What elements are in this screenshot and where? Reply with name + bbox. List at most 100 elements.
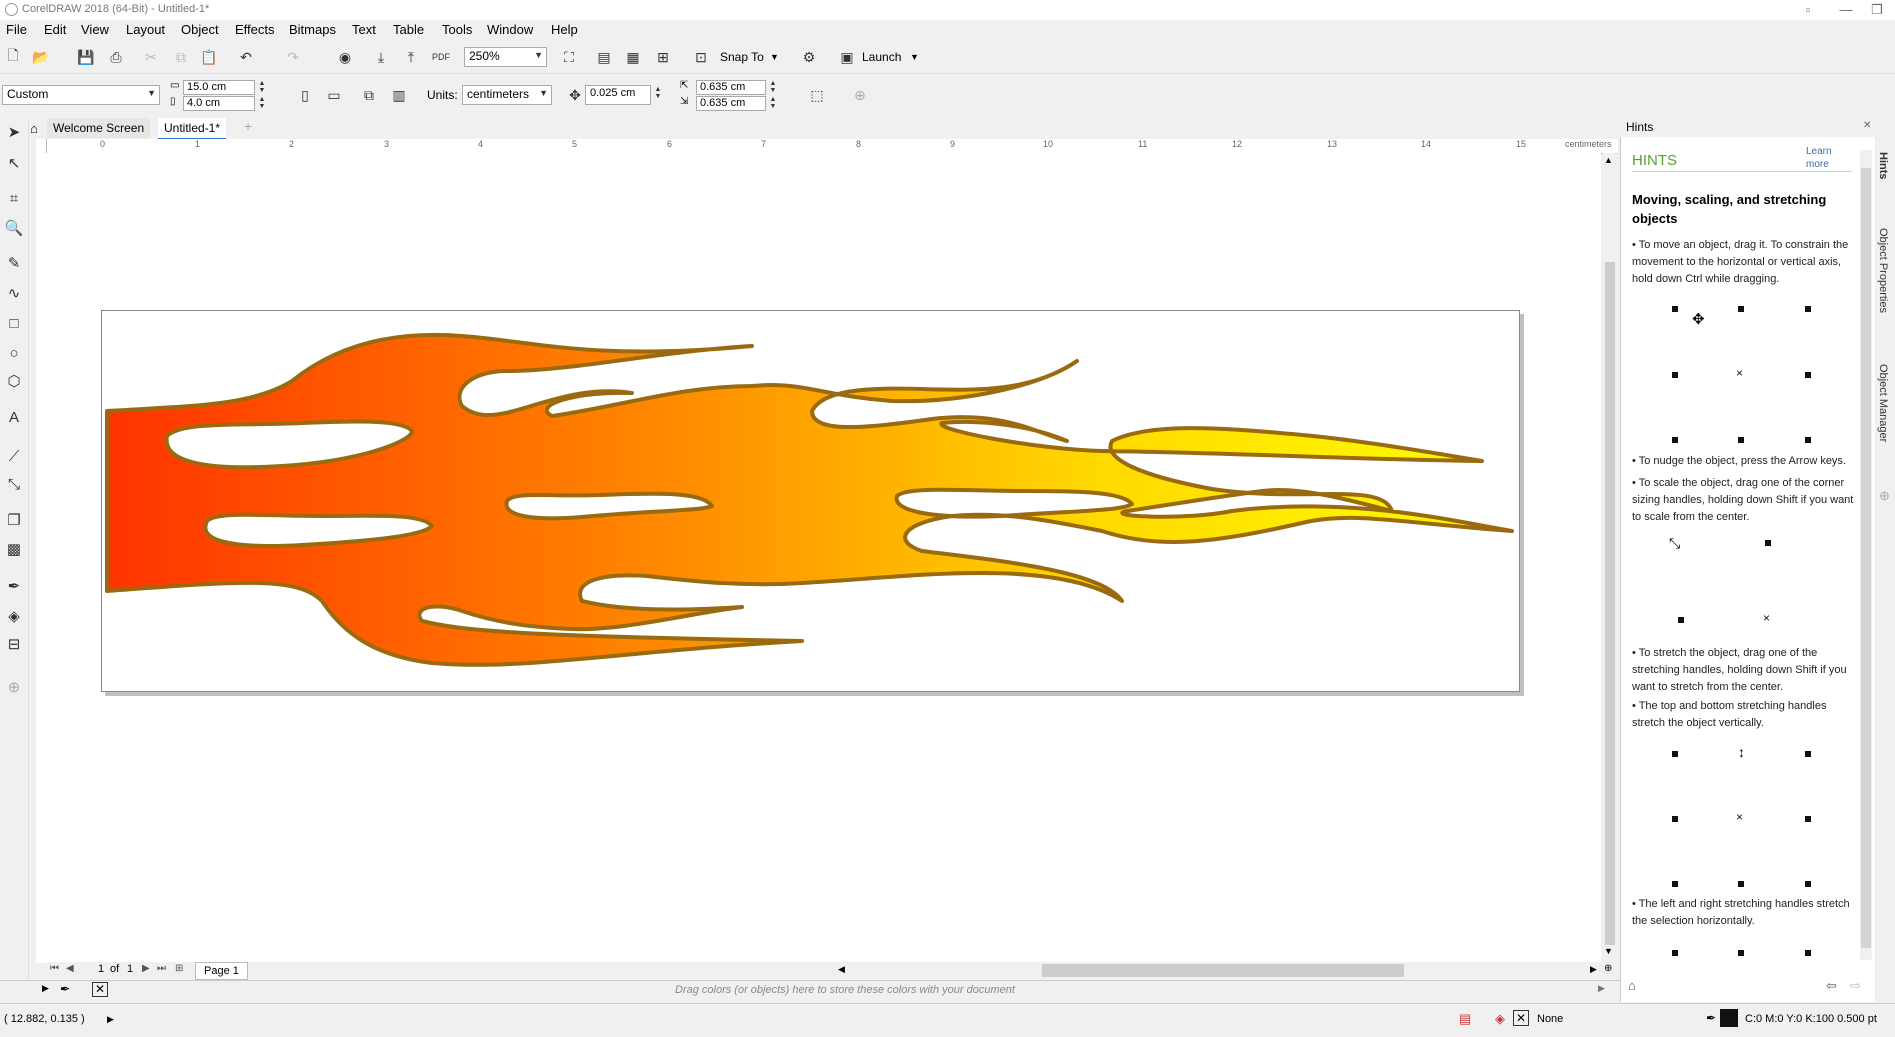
no-color-swatch[interactable]: ✕ <box>92 982 108 997</box>
page-width-field[interactable]: 15.0 cm <box>183 80 255 95</box>
import-icon[interactable]: ⤓ <box>370 46 392 68</box>
paste-icon[interactable]: 📋 <box>198 46 220 68</box>
menu-window[interactable]: Window <box>487 22 533 37</box>
snap-to-dropdown-icon[interactable]: ▼ <box>770 52 779 62</box>
menu-effects[interactable]: Effects <box>235 22 275 37</box>
cut-icon[interactable]: ✂ <box>140 46 162 68</box>
menu-table[interactable]: Table <box>393 22 424 37</box>
hints-back-icon[interactable]: ⇦ <box>1826 978 1837 994</box>
zoom-level-combo[interactable]: 250% ▼ <box>464 47 547 67</box>
tab-welcome-screen[interactable]: Welcome Screen <box>47 118 151 138</box>
text-tool-icon[interactable]: A <box>3 406 25 428</box>
show-grid-icon[interactable]: ▦ <box>622 46 644 68</box>
new-document-icon[interactable]: 🗋 <box>2 46 24 68</box>
copy-icon[interactable]: ⧉ <box>170 46 192 68</box>
palette-menu-icon[interactable]: ▶ <box>42 983 49 994</box>
add-tool-icon[interactable]: ⊕ <box>3 676 25 698</box>
menu-edit[interactable]: Edit <box>44 22 66 37</box>
scroll-left-icon[interactable]: ◀ <box>838 964 845 975</box>
status-expand-icon[interactable]: ▶ <box>107 1014 114 1025</box>
quick-customize-icon[interactable]: ⊕ <box>849 84 871 106</box>
menu-view[interactable]: View <box>81 22 109 37</box>
polygon-tool-icon[interactable]: ⬡ <box>3 370 25 392</box>
flame-shape[interactable] <box>105 332 1514 667</box>
page-width-stepper[interactable]: ▲ ▼ <box>257 80 267 95</box>
last-page-icon[interactable]: ⏭ <box>157 963 166 974</box>
fill-none-swatch[interactable]: ✕ <box>1513 1010 1529 1026</box>
publish-pdf-icon[interactable]: PDF <box>430 46 452 68</box>
show-rulers-icon[interactable]: ▤ <box>593 46 615 68</box>
current-page-icon[interactable]: ▥ <box>388 84 410 106</box>
page-height-field[interactable]: 4.0 cm <box>183 96 255 111</box>
scroll-down-icon[interactable]: ▼ <box>1604 946 1613 956</box>
duplicate-x-field[interactable]: 0.635 cm <box>696 80 766 95</box>
save-icon[interactable]: 💾 <box>75 46 97 68</box>
document-page[interactable] <box>101 310 1520 692</box>
freehand-tool-icon[interactable]: ✎ <box>3 252 25 274</box>
vertical-scroll-thumb[interactable] <box>1605 262 1615 945</box>
snap-to-button[interactable]: Snap To <box>720 50 764 64</box>
duplicate-y-field[interactable]: 0.635 cm <box>696 96 766 111</box>
menu-layout[interactable]: Layout <box>126 22 165 37</box>
scroll-right-icon[interactable]: ▶ <box>1590 964 1597 975</box>
menu-bitmaps[interactable]: Bitmaps <box>289 22 336 37</box>
home-icon[interactable]: ⌂ <box>30 121 38 136</box>
duplicate-y-stepper[interactable]: ▲ ▼ <box>768 96 778 111</box>
drop-shadow-tool-icon[interactable]: ❐ <box>3 509 25 531</box>
learn-more-link[interactable]: Learn more <box>1806 145 1832 171</box>
eyedropper-tool-icon[interactable]: ✒ <box>3 575 25 597</box>
maximize-button[interactable]: ❐ <box>1855 0 1895 20</box>
close-docker-icon[interactable]: ✕ <box>1863 120 1871 131</box>
next-page-icon[interactable]: ▶ <box>142 963 150 974</box>
hints-forward-icon[interactable]: ⇨ <box>1850 978 1861 994</box>
menu-tools[interactable]: Tools <box>442 22 472 37</box>
new-tab-icon[interactable]: + <box>244 118 252 134</box>
add-docker-icon[interactable]: ⊕ <box>1879 488 1890 504</box>
treat-as-filled-icon[interactable]: ⬚ <box>806 84 828 106</box>
zoom-navigator-icon[interactable]: ⊕ <box>1604 963 1612 974</box>
all-pages-icon[interactable]: ⧉ <box>358 84 380 106</box>
full-screen-preview-icon[interactable]: ⛶ <box>558 46 580 68</box>
tab-hints[interactable]: Hints <box>1877 152 1889 180</box>
zoom-tool-icon[interactable]: 🔍 <box>3 217 25 239</box>
flame-graphic[interactable] <box>102 311 1519 691</box>
print-icon[interactable]: ⎙ <box>105 46 127 68</box>
add-page-icon[interactable]: ⊞ <box>175 963 183 974</box>
redo-icon[interactable]: ↷ <box>282 46 304 68</box>
tab-object-manager[interactable]: Object Manager <box>1877 364 1889 442</box>
scroll-up-icon[interactable]: ▲ <box>1604 155 1613 165</box>
page-preset-combo[interactable]: Custom ▼ <box>2 85 160 105</box>
menu-object[interactable]: Object <box>181 22 219 37</box>
ruler-origin-icon[interactable] <box>36 139 47 154</box>
smart-fill-tool-icon[interactable]: ⊟ <box>3 633 25 655</box>
open-icon[interactable]: 📂 <box>30 46 52 68</box>
artistic-media-tool-icon[interactable]: ∿ <box>3 282 25 304</box>
first-page-icon[interactable]: ⏮ <box>50 963 59 974</box>
previous-page-icon[interactable]: ◀ <box>66 963 74 974</box>
export-icon[interactable]: ⤒ <box>400 46 422 68</box>
portrait-icon[interactable]: ▯ <box>294 84 316 106</box>
tab-object-properties[interactable]: Object Properties <box>1877 228 1889 313</box>
hints-home-icon[interactable]: ⌂ <box>1628 978 1636 993</box>
crop-tool-icon[interactable]: ⌗ <box>3 187 25 209</box>
connector-tool-icon[interactable]: ⤡ <box>3 473 25 495</box>
pick-tool-icon[interactable]: ➤ <box>3 121 25 143</box>
units-combo[interactable]: centimeters ▼ <box>462 85 552 105</box>
tab-untitled-1[interactable]: Untitled-1* <box>158 118 227 140</box>
options-gear-icon[interactable]: ⚙ <box>798 46 820 68</box>
transparency-tool-icon[interactable]: ▩ <box>3 538 25 560</box>
duplicate-x-stepper[interactable]: ▲ ▼ <box>768 80 778 95</box>
ellipse-tool-icon[interactable]: ○ <box>3 342 25 364</box>
nudge-distance-stepper[interactable]: ▲ ▼ <box>653 86 663 101</box>
color-eyedropper-icon[interactable]: ✒ <box>60 982 70 996</box>
dimension-tool-icon[interactable]: ⟋ <box>3 445 25 467</box>
page-tab[interactable]: Page 1 <box>195 962 248 980</box>
page-height-stepper[interactable]: ▲ ▼ <box>257 96 267 111</box>
menu-file[interactable]: File <box>6 22 27 37</box>
palette-scroll-right-icon[interactable]: ▶ <box>1598 983 1605 994</box>
nudge-distance-field[interactable]: 0.025 cm <box>585 85 651 105</box>
launch-button[interactable]: Launch <box>862 50 901 64</box>
launch-dropdown-icon[interactable]: ▼ <box>910 52 919 62</box>
search-content-icon[interactable]: ◉ <box>334 46 356 68</box>
shape-tool-icon[interactable]: ↖ <box>3 152 25 174</box>
